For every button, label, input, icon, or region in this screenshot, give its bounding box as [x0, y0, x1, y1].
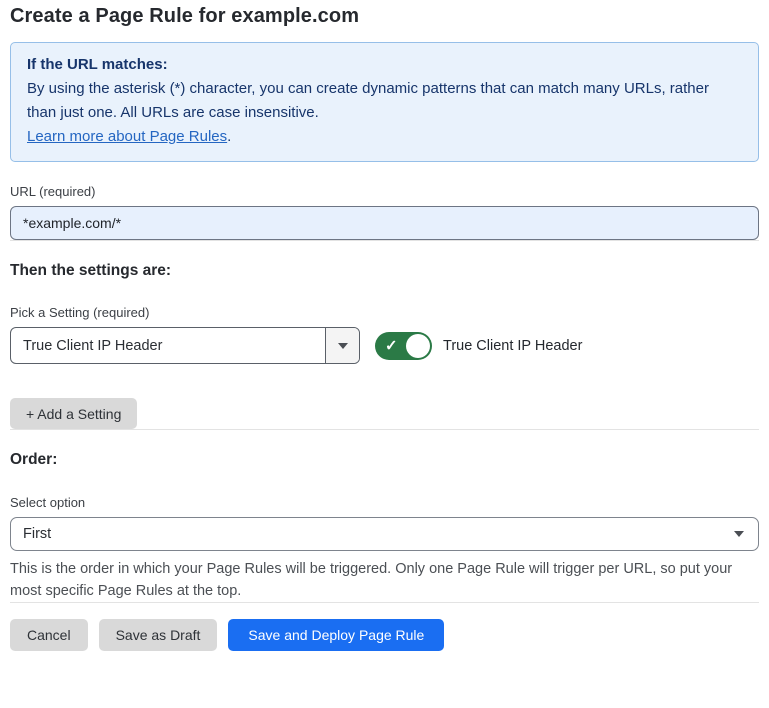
footer-actions: Cancel Save as Draft Save and Deploy Pag…: [10, 619, 759, 651]
order-section-heading: Order:: [10, 451, 759, 469]
settings-row: True Client IP Header ✓ True Client IP H…: [10, 327, 759, 364]
divider: [10, 240, 759, 241]
save-as-draft-button[interactable]: Save as Draft: [99, 619, 218, 651]
add-setting-button[interactable]: + Add a Setting: [10, 398, 137, 429]
order-select-value: First: [23, 526, 51, 542]
setting-dropdown[interactable]: True Client IP Header: [10, 327, 360, 364]
learn-more-link[interactable]: Learn more about Page Rules: [27, 128, 227, 145]
order-select-label: Select option: [10, 495, 759, 510]
toggle-knob: [406, 334, 430, 358]
info-box-heading: If the URL matches:: [27, 53, 742, 77]
setting-toggle[interactable]: ✓: [375, 332, 432, 360]
toggle-label: True Client IP Header: [443, 338, 582, 354]
check-icon: ✓: [385, 338, 398, 353]
url-match-info-box: If the URL matches: By using the asteris…: [10, 42, 759, 162]
create-page-rule-form: Create a Page Rule for example.com If th…: [0, 0, 769, 651]
url-input[interactable]: [10, 206, 759, 240]
order-help-text: This is the order in which your Page Rul…: [10, 558, 759, 602]
order-select[interactable]: First: [10, 517, 759, 551]
divider: [10, 429, 759, 430]
url-label: URL (required): [10, 184, 759, 199]
link-period: .: [227, 128, 231, 145]
cancel-button[interactable]: Cancel: [10, 619, 88, 651]
pick-setting-label: Pick a Setting (required): [10, 305, 759, 320]
save-and-deploy-button[interactable]: Save and Deploy Page Rule: [228, 619, 444, 651]
settings-section-heading: Then the settings are:: [10, 262, 759, 280]
info-box-body: By using the asterisk (*) character, you…: [27, 77, 742, 125]
caret-down-icon: [338, 343, 348, 349]
page-title: Create a Page Rule for example.com: [10, 5, 759, 28]
info-box-link-line: Learn more about Page Rules.: [27, 125, 742, 149]
caret-down-icon: [734, 531, 744, 537]
setting-dropdown-value: True Client IP Header: [11, 338, 325, 354]
setting-dropdown-caret-button[interactable]: [325, 328, 359, 363]
setting-toggle-group: ✓ True Client IP Header: [375, 332, 582, 360]
divider: [10, 602, 759, 603]
